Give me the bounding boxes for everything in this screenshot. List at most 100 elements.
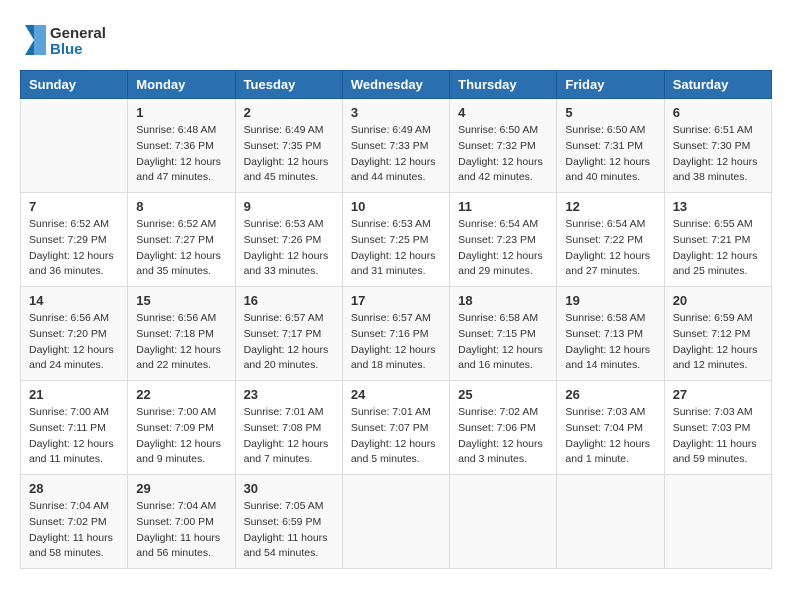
calendar-cell: 11 Sunrise: 6:54 AMSunset: 7:23 PMDayligh…	[450, 193, 557, 287]
day-number: 17	[351, 293, 441, 308]
cell-info: Sunrise: 6:49 AMSunset: 7:35 PMDaylight:…	[244, 123, 334, 186]
cell-info: Sunrise: 6:57 AMSunset: 7:16 PMDaylight:…	[351, 311, 441, 374]
calendar-cell: 7 Sunrise: 6:52 AMSunset: 7:29 PMDaylight…	[21, 193, 128, 287]
calendar-cell: 18Sunrise: 6:58 AMSunset: 7:15 PMDayligh…	[450, 287, 557, 381]
cell-info: Sunrise: 6:56 AMSunset: 7:18 PMDaylight:…	[136, 311, 226, 374]
calendar-cell	[664, 475, 771, 569]
day-number: 24	[351, 387, 441, 402]
day-number: 16	[244, 293, 334, 308]
calendar-cell: 21 Sunrise: 7:00 AMSunset: 7:11 PMDayligh…	[21, 381, 128, 475]
calendar-cell: 6Sunrise: 6:51 AMSunset: 7:30 PMDaylight…	[664, 99, 771, 193]
calendar-week-row: 21 Sunrise: 7:00 AMSunset: 7:11 PMDayligh…	[21, 381, 772, 475]
cell-info: Sunrise: 6:50 AMSunset: 7:31 PMDaylight:…	[565, 123, 655, 186]
cell-info: Sunrise: 6:48 AMSunset: 7:36 PMDaylight:…	[136, 123, 226, 186]
cell-info: Sunrise: 6:57 AMSunset: 7:17 PMDaylight:…	[244, 311, 334, 374]
calendar-cell: 4 Sunrise: 6:50 AMSunset: 7:32 PMDaylight…	[450, 99, 557, 193]
calendar-cell: 5 Sunrise: 6:50 AMSunset: 7:31 PMDaylight…	[557, 99, 664, 193]
cell-info: Sunrise: 7:05 AMSunset: 6:59 PMDaylight:…	[244, 499, 334, 562]
cell-info: Sunrise: 7:01 AMSunset: 7:07 PMDaylight:…	[351, 405, 441, 468]
day-number: 29	[136, 481, 226, 496]
calendar-week-row: 14 Sunrise: 6:56 AMSunset: 7:20 PMDayligh…	[21, 287, 772, 381]
day-number: 13	[673, 199, 763, 214]
day-number: 11	[458, 199, 548, 214]
day-number: 8	[136, 199, 226, 214]
day-number: 1	[136, 105, 226, 120]
calendar-cell: 23Sunrise: 7:01 AMSunset: 7:08 PMDayligh…	[235, 381, 342, 475]
calendar-cell: 19 Sunrise: 6:58 AMSunset: 7:13 PMDayligh…	[557, 287, 664, 381]
cell-info: Sunrise: 6:55 AMSunset: 7:21 PMDaylight:…	[673, 217, 763, 280]
calendar-table: SundayMondayTuesdayWednesdayThursdayFrid…	[20, 70, 772, 569]
cell-info: Sunrise: 6:54 AMSunset: 7:22 PMDaylight:…	[565, 217, 655, 280]
weekday-header: Saturday	[664, 71, 771, 99]
day-number: 25	[458, 387, 548, 402]
cell-info: Sunrise: 7:00 AMSunset: 7:09 PMDaylight:…	[136, 405, 226, 468]
calendar-cell	[557, 475, 664, 569]
cell-info: Sunrise: 6:56 AMSunset: 7:20 PMDaylight:…	[29, 311, 119, 374]
cell-info: Sunrise: 6:58 AMSunset: 7:13 PMDaylight:…	[565, 311, 655, 374]
calendar-cell: 14 Sunrise: 6:56 AMSunset: 7:20 PMDayligh…	[21, 287, 128, 381]
weekday-header: Monday	[128, 71, 235, 99]
weekday-header: Tuesday	[235, 71, 342, 99]
day-number: 22	[136, 387, 226, 402]
weekday-header: Wednesday	[342, 71, 449, 99]
cell-info: Sunrise: 7:03 AMSunset: 7:03 PMDaylight:…	[673, 405, 763, 468]
cell-info: Sunrise: 7:03 AMSunset: 7:04 PMDaylight:…	[565, 405, 655, 468]
calendar-cell	[450, 475, 557, 569]
calendar-cell: 15 Sunrise: 6:56 AMSunset: 7:18 PMDayligh…	[128, 287, 235, 381]
cell-info: Sunrise: 7:02 AMSunset: 7:06 PMDaylight:…	[458, 405, 548, 468]
calendar-cell: 16 Sunrise: 6:57 AMSunset: 7:17 PMDayligh…	[235, 287, 342, 381]
cell-info: Sunrise: 6:53 AMSunset: 7:25 PMDaylight:…	[351, 217, 441, 280]
svg-text:Blue: Blue	[50, 41, 83, 58]
calendar-week-row: 28 Sunrise: 7:04 AMSunset: 7:02 PMDayligh…	[21, 475, 772, 569]
day-number: 4	[458, 105, 548, 120]
calendar-cell: 24 Sunrise: 7:01 AMSunset: 7:07 PMDayligh…	[342, 381, 449, 475]
day-number: 30	[244, 481, 334, 496]
calendar-cell: 1 Sunrise: 6:48 AMSunset: 7:36 PMDaylight…	[128, 99, 235, 193]
cell-info: Sunrise: 6:54 AMSunset: 7:23 PMDaylight:…	[458, 217, 548, 280]
calendar-cell: 30 Sunrise: 7:05 AMSunset: 6:59 PMDayligh…	[235, 475, 342, 569]
day-number: 28	[29, 481, 119, 496]
logo-svg: GeneralBlue	[20, 20, 110, 60]
calendar-cell: 8 Sunrise: 6:52 AMSunset: 7:27 PMDaylight…	[128, 193, 235, 287]
day-number: 20	[673, 293, 763, 308]
day-number: 12	[565, 199, 655, 214]
day-number: 27	[673, 387, 763, 402]
logo: GeneralBlue	[20, 20, 110, 60]
day-number: 10	[351, 199, 441, 214]
calendar-cell: 3Sunrise: 6:49 AMSunset: 7:33 PMDaylight…	[342, 99, 449, 193]
calendar-cell: 26 Sunrise: 7:03 AMSunset: 7:04 PMDayligh…	[557, 381, 664, 475]
calendar-cell: 9Sunrise: 6:53 AMSunset: 7:26 PMDaylight…	[235, 193, 342, 287]
day-number: 15	[136, 293, 226, 308]
day-number: 21	[29, 387, 119, 402]
cell-info: Sunrise: 7:00 AMSunset: 7:11 PMDaylight:…	[29, 405, 119, 468]
header: GeneralBlue	[20, 20, 772, 60]
day-number: 9	[244, 199, 334, 214]
calendar-cell: 20Sunrise: 6:59 AMSunset: 7:12 PMDayligh…	[664, 287, 771, 381]
day-number: 5	[565, 105, 655, 120]
calendar-cell: 29 Sunrise: 7:04 AMSunset: 7:00 PMDayligh…	[128, 475, 235, 569]
cell-info: Sunrise: 6:49 AMSunset: 7:33 PMDaylight:…	[351, 123, 441, 186]
calendar-week-row: 1 Sunrise: 6:48 AMSunset: 7:36 PMDaylight…	[21, 99, 772, 193]
day-number: 14	[29, 293, 119, 308]
cell-info: Sunrise: 7:04 AMSunset: 7:00 PMDaylight:…	[136, 499, 226, 562]
calendar-week-row: 7 Sunrise: 6:52 AMSunset: 7:29 PMDaylight…	[21, 193, 772, 287]
day-number: 7	[29, 199, 119, 214]
cell-info: Sunrise: 6:50 AMSunset: 7:32 PMDaylight:…	[458, 123, 548, 186]
calendar-cell	[342, 475, 449, 569]
calendar-cell: 12 Sunrise: 6:54 AMSunset: 7:22 PMDayligh…	[557, 193, 664, 287]
cell-info: Sunrise: 6:52 AMSunset: 7:27 PMDaylight:…	[136, 217, 226, 280]
weekday-header: Thursday	[450, 71, 557, 99]
svg-text:General: General	[50, 25, 106, 42]
weekday-header: Sunday	[21, 71, 128, 99]
cell-info: Sunrise: 7:01 AMSunset: 7:08 PMDaylight:…	[244, 405, 334, 468]
cell-info: Sunrise: 6:52 AMSunset: 7:29 PMDaylight:…	[29, 217, 119, 280]
weekday-header: Friday	[557, 71, 664, 99]
calendar-cell: 17 Sunrise: 6:57 AMSunset: 7:16 PMDayligh…	[342, 287, 449, 381]
calendar-cell: 27 Sunrise: 7:03 AMSunset: 7:03 PMDayligh…	[664, 381, 771, 475]
calendar-cell: 13 Sunrise: 6:55 AMSunset: 7:21 PMDayligh…	[664, 193, 771, 287]
calendar-cell: 10 Sunrise: 6:53 AMSunset: 7:25 PMDayligh…	[342, 193, 449, 287]
day-number: 2	[244, 105, 334, 120]
day-number: 19	[565, 293, 655, 308]
cell-info: Sunrise: 7:04 AMSunset: 7:02 PMDaylight:…	[29, 499, 119, 562]
day-number: 26	[565, 387, 655, 402]
